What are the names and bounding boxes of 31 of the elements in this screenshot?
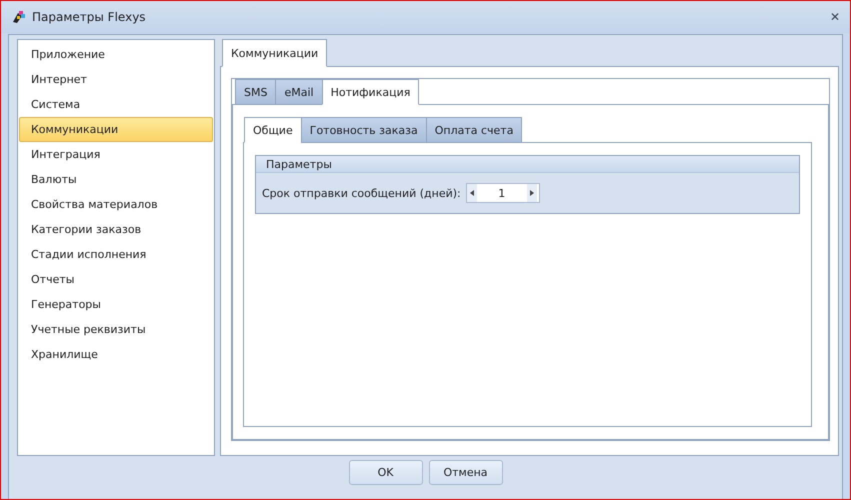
tab[interactable]: Оплата счета	[426, 117, 522, 143]
sidebar-item[interactable]: Категории заказов	[19, 217, 213, 242]
sidebar-item[interactable]: Учетные реквизиты	[19, 317, 213, 342]
tab[interactable]: SMS	[235, 79, 276, 105]
sidebar-item[interactable]: Свойства материалов	[19, 192, 213, 217]
close-icon[interactable]: ✕	[830, 10, 840, 24]
tab[interactable]: Готовность заказа	[300, 117, 427, 143]
tab[interactable]: Нотификация	[322, 79, 420, 105]
cancel-button[interactable]: Отмена	[428, 460, 502, 485]
group-title: Параметры	[256, 156, 799, 173]
window-title: Параметры Flexys	[32, 10, 147, 24]
sidebar-item[interactable]: Отчеты	[19, 267, 213, 292]
app-logo-icon	[10, 10, 26, 24]
sidebar-item[interactable]: Хранилище	[19, 342, 213, 367]
tab[interactable]: eMail	[275, 79, 323, 105]
sidebar-item[interactable]: Валюты	[19, 167, 213, 192]
ok-button[interactable]: OK	[348, 460, 422, 485]
left-arrow-icon[interactable]	[470, 190, 474, 196]
tab[interactable]: Коммуникации	[222, 39, 328, 67]
sidebar-item[interactable]: Стадии исполнения	[19, 242, 213, 267]
right-arrow-icon[interactable]	[530, 190, 534, 196]
sidebar-item[interactable]: Приложение	[19, 42, 213, 67]
spin-value[interactable]: 1	[476, 184, 527, 202]
sidebar-item[interactable]: Интеграция	[19, 142, 213, 167]
field-label: Срок отправки сообщений (дней):	[262, 186, 461, 200]
tab[interactable]: Общие	[244, 117, 302, 143]
sidebar-item[interactable]: Коммуникации	[19, 117, 213, 142]
sidebar-item[interactable]: Система	[19, 92, 213, 117]
spin-field[interactable]: 1	[466, 183, 540, 203]
sidebar-item[interactable]: Интернет	[19, 67, 213, 92]
sidebar-item[interactable]: Генераторы	[19, 292, 213, 317]
